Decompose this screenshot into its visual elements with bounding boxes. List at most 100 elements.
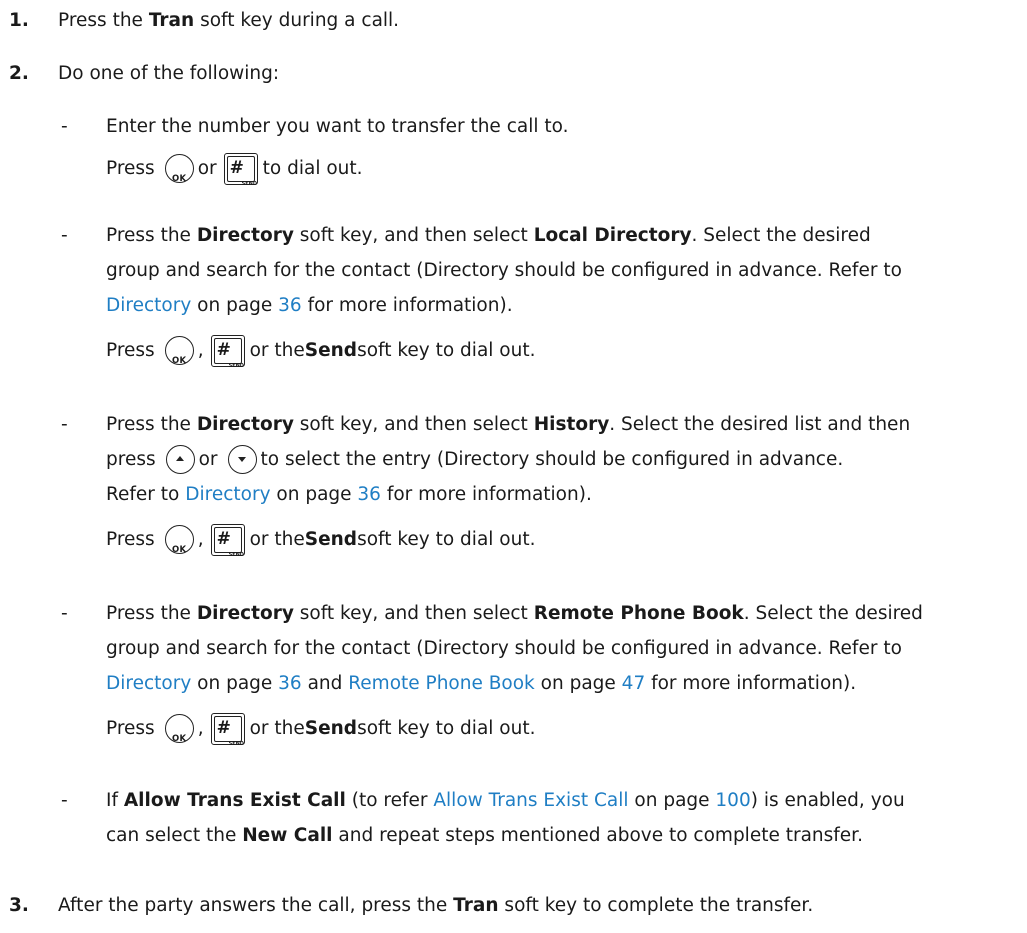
text-line: press or to select the entry (Directory … bbox=[106, 442, 1027, 477]
text-run: on page bbox=[270, 484, 358, 505]
text-run: can select the bbox=[106, 825, 243, 846]
text-line: group and search for the contact (Direct… bbox=[106, 631, 1027, 666]
text-run: on page bbox=[191, 295, 279, 316]
text-run: on page bbox=[628, 790, 716, 811]
text-run: or bbox=[197, 158, 217, 179]
text-run: ) is enabled, you bbox=[750, 790, 905, 811]
press-line: Press OK , # SEND or the Send soft key to… bbox=[106, 707, 1027, 750]
text-run: . Select the desired bbox=[691, 225, 871, 246]
text-run: If bbox=[106, 790, 124, 811]
text-run: , bbox=[197, 718, 204, 739]
bold-term: Send bbox=[304, 340, 358, 361]
text-run: Press the bbox=[106, 225, 197, 246]
text-run: Enter the number you want to transfer th… bbox=[106, 116, 569, 137]
text-run: soft key to dial out. bbox=[357, 529, 536, 550]
step-number: 1. bbox=[9, 10, 29, 31]
down-arrow-key-icon bbox=[227, 445, 257, 474]
list-dash: - bbox=[61, 116, 68, 137]
text-run: soft key, and then select bbox=[293, 414, 534, 435]
ok-key-label: OK bbox=[171, 174, 187, 184]
step-text: Do one of the following: bbox=[58, 63, 280, 84]
send-key-icon: # SEND bbox=[210, 523, 245, 558]
text-run: Press bbox=[106, 340, 155, 361]
text-run: Press bbox=[106, 529, 155, 550]
text-run: Press bbox=[106, 718, 155, 739]
option-body: If Allow Trans Exist Call (to refer Allo… bbox=[106, 783, 1027, 853]
send-key-label: SEND bbox=[228, 740, 244, 747]
list-dash: - bbox=[61, 603, 68, 624]
send-key-label: SEND bbox=[241, 180, 257, 187]
option-body: Press the Directory soft key, and then s… bbox=[106, 218, 1027, 372]
text-run: and repeat steps mentioned above to comp… bbox=[332, 825, 863, 846]
text-run: for more information). bbox=[380, 484, 592, 505]
ok-key-label: OK bbox=[171, 356, 187, 366]
text-run: Press the bbox=[106, 414, 197, 435]
text-run: for more information). bbox=[645, 673, 857, 694]
text-run: (to refer bbox=[345, 790, 434, 811]
text-run: , bbox=[197, 529, 204, 550]
list-dash: - bbox=[61, 414, 68, 435]
bold-term: Tran bbox=[453, 895, 499, 916]
page-36-link[interactable]: 36 bbox=[278, 673, 302, 694]
text-run: or the bbox=[249, 718, 305, 739]
text-run: soft key, and then select bbox=[293, 603, 534, 624]
page-36-link[interactable]: 36 bbox=[357, 484, 381, 505]
bold-term: Local Directory bbox=[533, 225, 692, 246]
text-line: Directory on page 36 for more informatio… bbox=[106, 288, 1027, 323]
text-run: for more information). bbox=[301, 295, 513, 316]
bold-term: Allow Trans Exist Call bbox=[123, 790, 346, 811]
text-run: or the bbox=[249, 340, 305, 361]
text-run: soft key, and then select bbox=[293, 225, 534, 246]
directory-link[interactable]: Directory bbox=[106, 295, 191, 316]
list-dash: - bbox=[61, 225, 68, 246]
bold-term: Remote Phone Book bbox=[533, 603, 744, 624]
remote-phone-book-link[interactable]: Remote Phone Book bbox=[348, 673, 535, 694]
text-run: group and search for the contact (Direct… bbox=[106, 638, 902, 659]
text-line: Press the Directory soft key, and then s… bbox=[106, 407, 1027, 442]
allow-trans-exist-call-link[interactable]: Allow Trans Exist Call bbox=[433, 790, 628, 811]
text-run: press bbox=[106, 449, 156, 470]
document-page: 1. Press the Tran soft key during a call… bbox=[0, 0, 1027, 933]
bold-term: Send bbox=[304, 718, 358, 739]
ok-key-icon: OK bbox=[164, 525, 194, 555]
bold-term: Send bbox=[304, 529, 358, 550]
text-run: . Select the desired list and then bbox=[609, 414, 911, 435]
directory-link[interactable]: Directory bbox=[106, 673, 191, 694]
text-line: Press the Directory soft key, and then s… bbox=[106, 596, 1027, 631]
text-run: or the bbox=[249, 529, 305, 550]
press-line: Press OK , # SEND or the Send soft key to… bbox=[106, 329, 1027, 372]
page-47-link[interactable]: 47 bbox=[622, 673, 646, 694]
directory-link[interactable]: Directory bbox=[185, 484, 270, 505]
ok-key-icon: OK bbox=[164, 154, 194, 184]
ok-key-label: OK bbox=[171, 545, 187, 555]
text-run: After the party answers the call, press … bbox=[58, 895, 454, 916]
ok-key-icon: OK bbox=[164, 336, 194, 366]
send-key-label: SEND bbox=[228, 362, 244, 369]
text-line: Refer to Directory on page 36 for more i… bbox=[106, 477, 1027, 512]
press-line: Press OK or # SEND to dial out. bbox=[106, 147, 1027, 190]
text-run: on page bbox=[191, 673, 279, 694]
text-run: Refer to bbox=[106, 484, 186, 505]
step-number: 2. bbox=[9, 63, 29, 84]
list-dash: - bbox=[61, 790, 68, 811]
step-number: 3. bbox=[9, 895, 29, 916]
text-run: Press the bbox=[106, 603, 197, 624]
page-100-link[interactable]: 100 bbox=[715, 790, 750, 811]
text-run: and bbox=[301, 673, 349, 694]
text-line: Press the Directory soft key, and then s… bbox=[106, 218, 1027, 253]
bold-term: Tran bbox=[148, 10, 195, 31]
text-run: Press the bbox=[58, 10, 149, 31]
press-line: Press OK , # SEND or the Send soft key to… bbox=[106, 518, 1027, 561]
bold-term: Directory bbox=[196, 225, 294, 246]
send-key-icon: # SEND bbox=[210, 712, 245, 747]
bold-term: Directory bbox=[196, 603, 294, 624]
text-run: soft key to dial out. bbox=[357, 718, 536, 739]
page-36-link[interactable]: 36 bbox=[278, 295, 302, 316]
option-body: Press the Directory soft key, and then s… bbox=[106, 596, 1027, 750]
bold-term: History bbox=[533, 414, 610, 435]
text-run: , bbox=[197, 340, 204, 361]
text-run: or bbox=[198, 449, 218, 470]
text-run: . Select the desired bbox=[743, 603, 923, 624]
send-key-icon: # SEND bbox=[223, 152, 258, 187]
send-key-label: SEND bbox=[228, 551, 244, 558]
